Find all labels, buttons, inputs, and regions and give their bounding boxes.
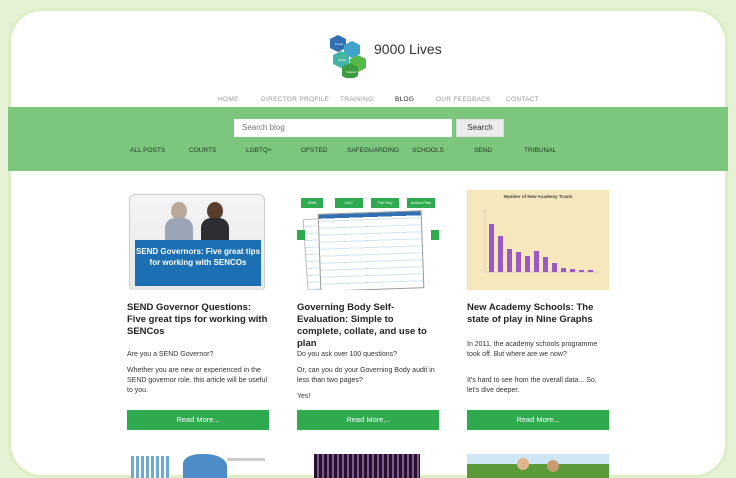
category-tribunal[interactable]: TRIBUNAL xyxy=(524,147,556,154)
post-image-send-governors[interactable]: SEND Governors: Five great tips for work… xyxy=(127,190,269,290)
category-lgbtq[interactable]: LGBTQ+ xyxy=(246,147,272,154)
nav-director-profile[interactable]: DIRECTOR PROFILE xyxy=(261,96,329,103)
read-more-button[interactable]: Read More... xyxy=(127,410,269,430)
image-tab: Whit xyxy=(301,198,323,208)
logo-hexagons-icon[interactable]: Focus Clarity Support xyxy=(328,33,376,78)
logo-hex-label: Support xyxy=(346,70,357,74)
category-schools[interactable]: SCHOOLS xyxy=(412,147,444,154)
post-title[interactable]: Governing Body Self-Evaluation: Simple t… xyxy=(297,302,439,350)
post-image-partial[interactable] xyxy=(127,454,269,478)
nav-training[interactable]: TRAINING xyxy=(340,96,373,103)
post-excerpt: Or, can you do your Governing Body audit… xyxy=(297,367,435,384)
form-sheet xyxy=(317,210,425,290)
post-excerpt: It's hard to see from the overall data..… xyxy=(467,377,597,394)
page-frame: Focus Clarity Support 9000 Lives HOME DI… xyxy=(8,8,728,478)
post-image-partial[interactable] xyxy=(314,454,420,478)
post-title[interactable]: SEND Governor Questions: Five great tips… xyxy=(127,302,269,338)
category-ofsted[interactable]: OFSTED xyxy=(301,147,327,154)
nav-home[interactable]: HOME xyxy=(218,96,239,103)
category-courts[interactable]: COURTS xyxy=(189,147,216,154)
brand-name[interactable]: 9000 Lives xyxy=(374,41,442,57)
search-input[interactable] xyxy=(234,119,452,137)
image-tab: LDC xyxy=(335,198,363,208)
category-all-posts[interactable]: ALL POSTS xyxy=(130,147,165,154)
logo-hex-label: Clarity xyxy=(338,58,347,62)
post-excerpt: Are you a SEND Governor? xyxy=(127,351,214,358)
nav-contact[interactable]: CONTACT xyxy=(506,96,539,103)
logo-hex-label: Focus xyxy=(335,42,344,46)
nav-our-feedback[interactable]: OUR FEEDBACK xyxy=(436,96,491,103)
post-excerpt: Yes! xyxy=(297,393,311,400)
post-image-academy-chart[interactable]: Number of New Academy Trusts xyxy=(467,190,609,290)
post-image-partial[interactable] xyxy=(467,454,609,478)
read-more-button[interactable]: Read More... xyxy=(297,410,439,430)
post-excerpt: In 2011, the academy schools programme t… xyxy=(467,341,598,358)
image-tab: Action Plan xyxy=(407,198,435,208)
post-excerpt: Whether you are new or experienced in th… xyxy=(127,367,268,394)
post-title[interactable]: New Academy Schools: The state of play i… xyxy=(467,302,609,326)
person-photo xyxy=(199,202,231,240)
image-caption-banner: SEND Governors: Five great tips for work… xyxy=(135,240,261,286)
nav-blog[interactable]: BLOG xyxy=(395,96,414,103)
category-safeguarding[interactable]: SAFEGUARDING xyxy=(347,147,399,154)
academy-bar-chart xyxy=(484,210,599,273)
search-button[interactable]: Search xyxy=(456,119,504,137)
blog-toolbar: Search ALL POSTS COURTS LGBTQ+ OFSTED SA… xyxy=(8,107,728,171)
category-send[interactable]: SEND xyxy=(474,147,492,154)
post-excerpt: Do you ask over 100 questions? xyxy=(297,351,398,358)
image-tab: The Key xyxy=(371,198,399,208)
read-more-button[interactable]: Read More... xyxy=(467,410,609,430)
person-photo xyxy=(163,202,195,240)
post-image-self-evaluation[interactable]: Whit LDC The Key Action Plan xyxy=(297,190,439,290)
